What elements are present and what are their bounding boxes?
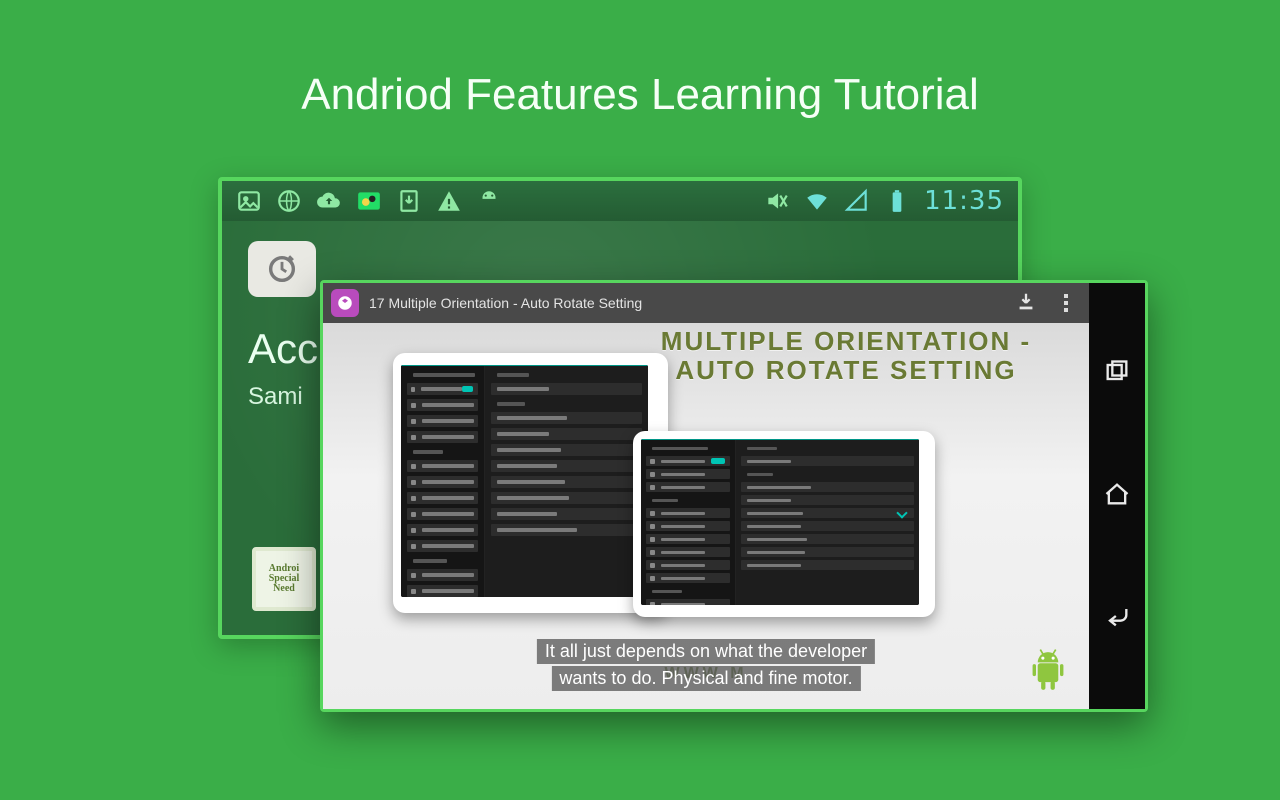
mock-tablet-landscape: [633, 431, 935, 617]
globe-icon: [276, 188, 302, 214]
cloud-upload-icon: [316, 188, 342, 214]
video-title: 17 Multiple Orientation - Auto Rotate Se…: [369, 295, 1005, 311]
cell-signal-icon: [844, 188, 870, 214]
back-button[interactable]: [1103, 602, 1131, 635]
app-logo-icon: [331, 289, 359, 317]
video-header: 17 Multiple Orientation - Auto Rotate Se…: [323, 283, 1089, 323]
download-icon[interactable]: [1015, 291, 1037, 316]
mute-icon: [764, 188, 790, 214]
back-thumbnail: Androi Special Need: [252, 547, 316, 611]
caption-line-2: wants to do. Physical and fine motor.: [551, 666, 860, 691]
warning-icon: [436, 188, 462, 214]
recent-apps-button[interactable]: [1103, 358, 1131, 391]
status-clock: 11:35: [924, 186, 1004, 216]
android-nav-bar: [1089, 283, 1145, 709]
wifi-icon: [804, 188, 830, 214]
status-bar: 11:35: [222, 181, 1018, 221]
caption-line-1: It all just depends on what the develope…: [537, 639, 875, 664]
video-overlay-title: MULTIPLE ORIENTATION - AUTO ROTATE SETTI…: [623, 327, 1069, 384]
page-title: Andriod Features Learning Tutorial: [0, 70, 1280, 120]
video-content[interactable]: MULTIPLE ORIENTATION - AUTO ROTATE SETTI…: [323, 323, 1089, 709]
download-box-icon: [396, 188, 422, 214]
image-icon: [236, 188, 262, 214]
video-caption: It all just depends on what the develope…: [537, 639, 875, 691]
home-button[interactable]: [1103, 480, 1131, 513]
android-robot-icon: [1027, 647, 1069, 695]
app-tile-icon: [248, 241, 316, 297]
mock-tablet-portrait: [393, 353, 668, 613]
android-icon: [476, 188, 502, 214]
overflow-menu-icon[interactable]: [1057, 294, 1075, 312]
battery-icon: [884, 188, 910, 214]
video-player-screenshot: 17 Multiple Orientation - Auto Rotate Se…: [320, 280, 1148, 712]
billiards-icon: [356, 188, 382, 214]
